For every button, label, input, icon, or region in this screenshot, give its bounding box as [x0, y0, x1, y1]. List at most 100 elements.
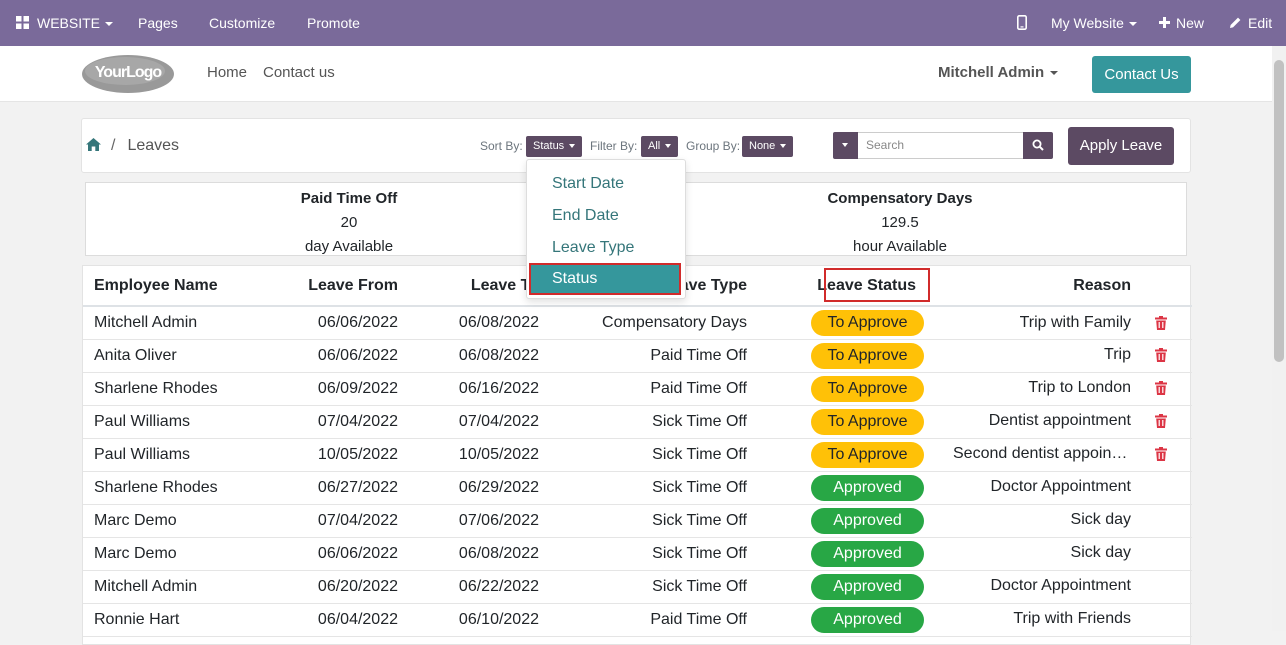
column-leave-to: Leave To	[398, 266, 539, 307]
page-scrollbar[interactable]	[1272, 46, 1286, 631]
sort-option-leave-type[interactable]: Leave Type	[552, 239, 634, 257]
trash-icon[interactable]	[1155, 315, 1167, 330]
employee-name: Mitchell Admin	[83, 306, 273, 340]
table-row[interactable]: Marc Demo 07/04/2022 07/06/2022 Sick Time O…	[83, 504, 1192, 538]
table-row[interactable]: Ronnie Hart 06/04/2022 06/10/2022 Paid Time…	[83, 603, 1192, 637]
leave-from: 06/06/2022	[273, 537, 398, 571]
scrollbar-thumb[interactable]	[1274, 60, 1284, 362]
promote-menu[interactable]: Promote	[307, 0, 360, 46]
new-button[interactable]: New	[1159, 0, 1204, 46]
search-filter-dropdown[interactable]	[833, 132, 858, 159]
leave-to: 06/08/2022	[398, 339, 539, 373]
leaves-table: Employee Name Leave From Leave To Leave …	[83, 266, 1192, 637]
reason-cell: Doctor Appointment	[924, 570, 1131, 604]
summary-compensatory-days: Compensatory Days 129.5 hour Available	[770, 187, 1030, 259]
table-row[interactable]: Mitchell Admin 06/20/2022 06/22/2022 Sick T…	[83, 570, 1192, 604]
table-row[interactable]: Anita Oliver 06/06/2022 06/08/2022 Paid Tim…	[83, 339, 1192, 373]
search-button[interactable]	[1023, 132, 1053, 159]
edit-label: Edit	[1248, 15, 1273, 31]
user-menu[interactable]: Mitchell Admin	[938, 64, 1059, 81]
leave-from: 06/20/2022	[273, 570, 398, 604]
chevron-down-icon	[569, 144, 576, 149]
table-row[interactable]: Sharlene Rhodes 06/27/2022 06/29/2022 Sick …	[83, 471, 1192, 505]
leave-status-cell: To Approve	[747, 438, 924, 472]
leave-type: Paid Time Off	[539, 372, 747, 406]
site-logo[interactable]: YourLogo	[81, 54, 175, 94]
sort-by-label: Sort By:	[480, 139, 523, 153]
reason-cell: Trip	[924, 339, 1131, 373]
trash-icon[interactable]	[1155, 447, 1167, 462]
search-input[interactable]: Search	[858, 132, 1024, 159]
leave-to: 07/04/2022	[398, 405, 539, 439]
leave-status-cell: To Approve	[747, 339, 924, 373]
status-badge: Approved	[811, 540, 924, 567]
table-row[interactable]: Sharlene Rhodes 06/09/2022 06/16/2022 Paid …	[83, 372, 1192, 406]
nav-contact-us[interactable]: Contact us	[263, 64, 335, 81]
status-badge: To Approve	[811, 342, 924, 369]
actions-cell	[1131, 471, 1192, 505]
apply-leave-button[interactable]: Apply Leave	[1068, 127, 1174, 165]
actions-cell	[1131, 570, 1192, 604]
mobile-preview-button[interactable]	[1017, 0, 1027, 46]
trash-icon[interactable]	[1155, 348, 1167, 363]
leave-to: 07/06/2022	[398, 504, 539, 538]
my-website-menu[interactable]: My Website	[1051, 0, 1137, 46]
summary-value: 20	[340, 214, 358, 231]
trash-icon[interactable]	[1155, 414, 1167, 429]
leave-to: 06/08/2022	[398, 306, 539, 340]
edit-button[interactable]: Edit	[1229, 0, 1272, 46]
status-badge: To Approve	[811, 441, 924, 468]
actions-cell	[1131, 339, 1192, 373]
reason: Dentist appointment	[988, 412, 1131, 430]
reason-cell: Sick day	[924, 537, 1131, 571]
actions-cell	[1131, 372, 1192, 406]
leave-to: 06/10/2022	[398, 603, 539, 637]
home-icon[interactable]	[86, 137, 101, 151]
customize-menu[interactable]: Customize	[209, 0, 275, 46]
leave-to: 06/22/2022	[398, 570, 539, 604]
actions-cell	[1131, 504, 1192, 538]
table-row[interactable]: Paul Williams 10/05/2022 10/05/2022 Sick Ti…	[83, 438, 1192, 472]
sort-by-dropdown[interactable]: Status	[526, 136, 583, 157]
table-row[interactable]: Paul Williams 07/04/2022 07/04/2022 Sick Ti…	[83, 405, 1192, 439]
reason-cell: Second dentist appoint…	[924, 438, 1131, 472]
leave-type: Paid Time Off	[539, 603, 747, 637]
actions-cell	[1131, 405, 1192, 439]
group-by-dropdown[interactable]: None	[742, 136, 794, 157]
sort-option-start-date[interactable]: Start Date	[552, 175, 624, 193]
reason: Sick day	[1070, 511, 1131, 529]
leave-from: 07/04/2022	[273, 405, 398, 439]
pages-menu[interactable]: Pages	[138, 0, 178, 46]
website-menu[interactable]: WEBSITE	[16, 0, 114, 46]
chevron-down-icon	[1050, 71, 1059, 76]
contact-us-button[interactable]: Contact Us	[1092, 56, 1191, 93]
employee-name: Paul Williams	[83, 438, 273, 472]
summary-unit: hour Available	[853, 238, 947, 255]
sort-by-menu: Start Date End Date Leave Type Status	[526, 159, 686, 299]
sort-option-end-date[interactable]: End Date	[552, 207, 619, 225]
leave-to: 06/29/2022	[398, 471, 539, 505]
status-badge: Approved	[811, 573, 924, 600]
website-admin-bar: WEBSITE Pages Customize Promote My Websi…	[0, 0, 1286, 46]
chevron-down-icon	[842, 143, 848, 147]
reason-cell: Trip with Friends	[924, 603, 1131, 637]
table-row[interactable]: Mitchell Admin 06/06/2022 06/08/2022 Compen…	[83, 306, 1192, 340]
leave-status-cell: To Approve	[747, 372, 924, 406]
leave-from: 10/05/2022	[273, 438, 398, 472]
leave-status-cell: Approved	[747, 570, 924, 604]
pencil-icon	[1230, 17, 1241, 29]
reason-cell: Trip with Family	[924, 306, 1131, 340]
filter-by-dropdown[interactable]: All	[641, 136, 679, 157]
reason: Sick day	[1070, 544, 1131, 562]
nav-home[interactable]: Home	[207, 64, 247, 81]
trash-icon[interactable]	[1155, 381, 1167, 396]
employee-name: Anita Oliver	[83, 339, 273, 373]
leave-type: Paid Time Off	[539, 339, 747, 373]
group-by-value: None	[749, 140, 776, 152]
reason: Doctor Appointment	[990, 478, 1131, 496]
table-row[interactable]: Marc Demo 06/06/2022 06/08/2022 Sick Time O…	[83, 537, 1192, 571]
status-badge: To Approve	[811, 309, 924, 336]
status-badge: To Approve	[811, 375, 924, 402]
sort-option-status[interactable]: Status	[529, 263, 681, 295]
employee-name: Marc Demo	[83, 537, 273, 571]
